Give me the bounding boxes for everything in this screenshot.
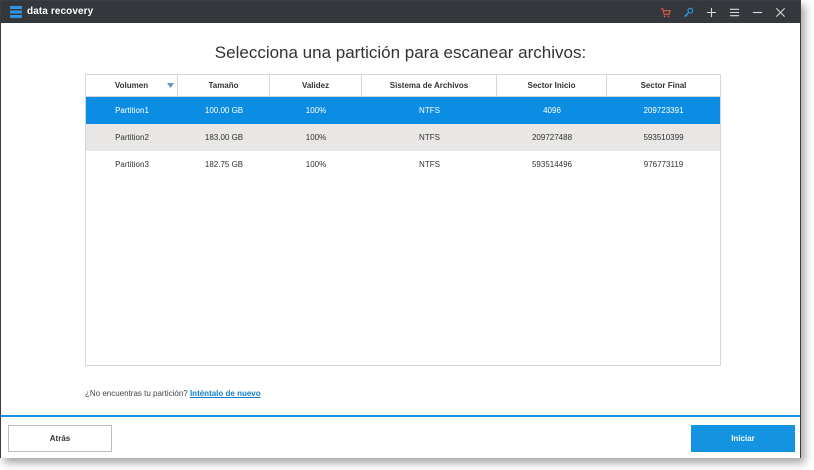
close-button[interactable]	[769, 4, 792, 20]
page-title: Selecciona una partición para escanear a…	[214, 43, 587, 62]
column-header-label: Sistema de Archivos	[389, 81, 469, 90]
cell-tamano: 100.00 GB	[204, 106, 244, 115]
title-bar: data recovery	[1, 1, 800, 23]
plus-icon	[706, 7, 717, 17]
cell-sistema-archivos: NTFS	[419, 133, 440, 142]
column-header-label: Tamaño	[208, 81, 239, 90]
table-row[interactable]: Partition2 183.00 GB 100% NTFS 209727488…	[86, 124, 720, 151]
cell-sector-final: 209723391	[643, 106, 684, 115]
cart-button[interactable]	[654, 4, 677, 20]
hint-text: ¿No encuentras tu partición?	[85, 389, 190, 398]
title-bar-controls	[654, 4, 792, 20]
column-header-label: Volumen	[114, 81, 149, 90]
column-header-label: Sector Inicio	[527, 81, 576, 90]
cell-tamano: 182.75 GB	[204, 160, 244, 169]
cell-sector-inicio: 4096	[543, 106, 561, 115]
table-row[interactable]: Partition1 100.00 GB 100% NTFS 4096 2097…	[86, 97, 720, 124]
column-header-label: Validez	[301, 81, 330, 90]
column-header-validez[interactable]: Validez	[270, 75, 362, 96]
sort-down-icon	[167, 83, 174, 88]
cell-validez: 100%	[305, 106, 327, 115]
cell-volumen: Partition1	[115, 106, 149, 115]
cell-volumen: Partition2	[115, 133, 149, 142]
column-header-sector-final[interactable]: Sector Final	[607, 75, 720, 96]
partition-hint: ¿No encuentras tu partición? Inténtalo d…	[85, 389, 261, 398]
app-logo-icon	[10, 6, 22, 18]
key-icon	[683, 7, 694, 17]
partition-table: Volumen Tamaño Validez Sistema de Archiv…	[85, 74, 721, 366]
column-header-sector-inicio[interactable]: Sector Inicio	[497, 75, 607, 96]
add-button[interactable]	[700, 4, 723, 20]
column-header-volumen[interactable]: Volumen	[86, 75, 178, 96]
column-header-label: Sector Final	[640, 81, 687, 90]
menu-button[interactable]	[723, 4, 746, 20]
register-key-button[interactable]	[677, 4, 700, 20]
cell-sector-final: 593510399	[643, 133, 684, 142]
minimize-button[interactable]	[746, 4, 769, 20]
app-title: data recovery	[27, 6, 94, 17]
table-header: Volumen Tamaño Validez Sistema de Archiv…	[86, 75, 720, 97]
cell-tamano: 183.00 GB	[204, 133, 244, 142]
footer-bar: Atrás Iniciar	[1, 415, 800, 458]
retry-link[interactable]: Inténtalo de nuevo	[190, 389, 261, 398]
cell-validez: 100%	[305, 160, 327, 169]
column-header-tamano[interactable]: Tamaño	[178, 75, 270, 96]
menu-icon	[729, 8, 740, 16]
cell-sector-inicio: 593514496	[531, 160, 573, 169]
cell-sector-final: 976773119	[643, 160, 684, 169]
cell-volumen: Partition3	[115, 160, 149, 169]
app-window: data recovery Selecciona una partición p…	[0, 0, 801, 458]
close-icon	[775, 7, 786, 17]
cart-icon	[660, 7, 671, 17]
cell-sector-inicio: 209727488	[531, 133, 573, 142]
cell-validez: 100%	[305, 133, 327, 142]
cell-sistema-archivos: NTFS	[419, 160, 440, 169]
minimize-icon	[752, 11, 763, 13]
table-row[interactable]: Partition3 182.75 GB 100% NTFS 593514496…	[86, 151, 720, 178]
cell-sistema-archivos: NTFS	[419, 106, 440, 115]
start-button[interactable]: Iniciar	[691, 425, 795, 452]
back-button[interactable]: Atrás	[8, 425, 112, 452]
column-header-sistema-archivos[interactable]: Sistema de Archivos	[362, 75, 497, 96]
